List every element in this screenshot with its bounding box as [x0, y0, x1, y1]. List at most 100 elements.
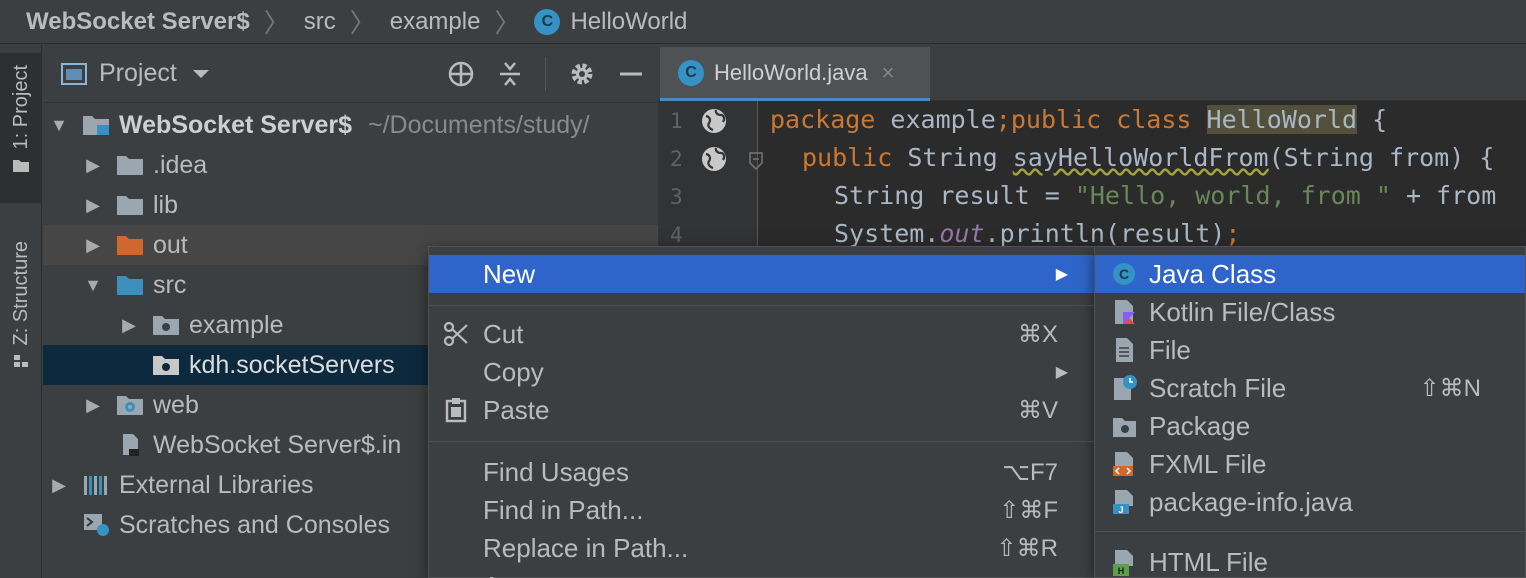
breadcrumb-example[interactable]: example	[390, 8, 481, 36]
submenu-item-fxml-file[interactable]: FXML File	[1095, 445, 1525, 483]
menu-separator	[1095, 531, 1525, 532]
package-icon	[1113, 418, 1136, 437]
folder-icon	[13, 160, 29, 173]
scratches-icon	[84, 514, 109, 536]
submenu-item-label: HTML File	[1149, 546, 1268, 577]
tree-item-label: out	[153, 230, 188, 259]
collapse-all-icon[interactable]	[497, 60, 523, 88]
menu-item-paste[interactable]: Paste ⌘V	[429, 391, 1094, 429]
submenu-item-java-class[interactable]: C Java Class	[1095, 255, 1525, 293]
expand-arrow-icon[interactable]: ▼	[49, 115, 69, 136]
chevron-right-icon: 〉	[494, 8, 521, 38]
shortcut-label: ⌘X	[1017, 320, 1058, 348]
expand-arrow-icon[interactable]: ▶	[83, 235, 103, 256]
menu-item-find-usages[interactable]: Find Usages ⌥F7	[429, 453, 1094, 491]
shortcut-label: ⇧⌘R	[996, 534, 1058, 562]
menu-item-copy[interactable]: Copy ▶	[429, 353, 1094, 391]
iml-file-icon	[123, 434, 139, 456]
menu-item-partial[interactable]: A	[429, 567, 1094, 578]
submenu-item-label: Package	[1149, 410, 1251, 441]
expand-arrow-icon[interactable]: ▶	[49, 475, 69, 496]
tree-item-lib[interactable]: ▶ lib	[43, 185, 658, 225]
code-line-4: System.out.println(result);	[834, 219, 1241, 248]
code-line-1: package example;public class HelloWorld …	[770, 105, 1388, 134]
submenu-item-kotlin-file[interactable]: Kotlin File/Class	[1095, 293, 1525, 331]
tree-item-idea[interactable]: ▶ .idea	[43, 145, 658, 185]
svg-text:H: H	[1118, 566, 1125, 576]
folder-icon	[117, 156, 143, 175]
menu-separator	[429, 441, 1094, 442]
tree-item-label: web	[153, 390, 199, 419]
web-folder-icon	[117, 396, 143, 415]
excluded-folder-icon	[117, 236, 143, 255]
scratch-file-icon	[1114, 375, 1137, 400]
menu-item-replace-in-path[interactable]: Replace in Path... ⇧⌘R	[429, 529, 1094, 567]
menu-item-label: Find Usages	[483, 456, 629, 487]
line-number: 4	[670, 223, 683, 247]
submenu-arrow-icon: ▶	[1055, 364, 1068, 381]
code-line-3: String result = "Hello, world, from " + …	[834, 181, 1497, 210]
breadcrumb-class-label: HelloWorld	[570, 7, 688, 35]
svg-text:J: J	[1118, 505, 1123, 515]
menu-item-cut[interactable]: Cut ⌘X	[429, 315, 1094, 353]
tab-label: HelloWorld.java	[714, 59, 868, 85]
tree-item-label: Scratches and Consoles	[119, 510, 390, 539]
menu-separator	[429, 305, 1094, 306]
tab-project-tool[interactable]: 1: Project	[0, 53, 42, 203]
module-folder-icon	[83, 116, 109, 135]
java-class-icon: C	[1113, 263, 1135, 285]
expand-arrow-icon[interactable]: ▶	[83, 195, 103, 216]
project-view-title[interactable]: Project	[99, 59, 177, 88]
shortcut-label: ⇧⌘N	[1419, 374, 1481, 402]
project-tool-label: 1: Project	[9, 65, 32, 150]
menu-item-label: A	[483, 571, 500, 578]
submenu-item-file[interactable]: File	[1095, 331, 1525, 369]
fold-marker-icon[interactable]	[748, 151, 764, 171]
gear-icon[interactable]	[568, 60, 596, 88]
submenu-item-package-info[interactable]: J package-info.java	[1095, 483, 1525, 521]
line-number: 1	[670, 109, 683, 133]
menu-item-label: Find in Path...	[483, 494, 644, 525]
scissors-icon	[443, 321, 468, 347]
toolbar-divider	[545, 57, 546, 91]
expand-arrow-icon[interactable]: ▼	[83, 275, 103, 296]
new-submenu: C Java Class Kotlin File/Class File Scra…	[1094, 246, 1526, 578]
tab-structure-tool[interactable]: Z: Structure	[0, 241, 42, 411]
chevron-down-icon[interactable]	[191, 67, 211, 81]
menu-item-label: Cut	[483, 318, 524, 349]
submenu-item-label: package-info.java	[1149, 486, 1353, 517]
expand-arrow-icon[interactable]: ▶	[119, 315, 139, 336]
html-file-icon: H	[1113, 550, 1133, 576]
svg-text:C: C	[1119, 266, 1129, 282]
menu-item-new[interactable]: New ▶	[429, 255, 1094, 293]
locate-icon[interactable]	[447, 60, 475, 88]
context-menu: New ▶ Cut ⌘X Copy ▶ Paste ⌘V Find Usages…	[428, 246, 1095, 578]
tree-item-label: kdh.socketServers	[189, 350, 395, 379]
close-icon[interactable]: ×	[882, 60, 895, 86]
submenu-item-html-file[interactable]: H HTML File	[1095, 543, 1525, 578]
expand-arrow-icon[interactable]: ▶	[83, 155, 103, 176]
kotlin-file-icon	[1115, 300, 1135, 324]
tab-helloworld-java[interactable]: C HelloWorld.java ×	[660, 47, 930, 101]
tree-item-label: lib	[153, 190, 179, 219]
globe-icon[interactable]	[700, 145, 728, 173]
submenu-item-package[interactable]: Package	[1095, 407, 1525, 445]
submenu-item-label: FXML File	[1149, 448, 1267, 479]
menu-item-find-in-path[interactable]: Find in Path... ⇧⌘F	[429, 491, 1094, 529]
breadcrumb-project[interactable]: WebSocket Server$	[26, 8, 250, 36]
chevron-right-icon: 〉	[349, 8, 376, 38]
globe-icon[interactable]	[700, 107, 728, 135]
breadcrumb-src[interactable]: src	[304, 8, 336, 36]
java-class-icon: C	[678, 59, 704, 86]
breadcrumb-class[interactable]: C HelloWorld	[534, 8, 687, 36]
tree-item-project-root[interactable]: ▼ WebSocket Server$ ~/Documents/study/	[43, 105, 658, 145]
tree-item-label: External Libraries	[119, 470, 314, 499]
submenu-item-label: Kotlin File/Class	[1149, 296, 1336, 327]
submenu-item-label: Scratch File	[1149, 372, 1287, 403]
expand-arrow-icon[interactable]: ▶	[83, 395, 103, 416]
minimize-icon[interactable]	[618, 60, 644, 88]
submenu-item-scratch-file[interactable]: Scratch File ⇧⌘N	[1095, 369, 1525, 407]
tree-item-label: example	[189, 310, 284, 339]
project-root-path: ~/Documents/study/	[368, 110, 590, 139]
editor-tab-bar: C HelloWorld.java ×	[658, 45, 1526, 101]
